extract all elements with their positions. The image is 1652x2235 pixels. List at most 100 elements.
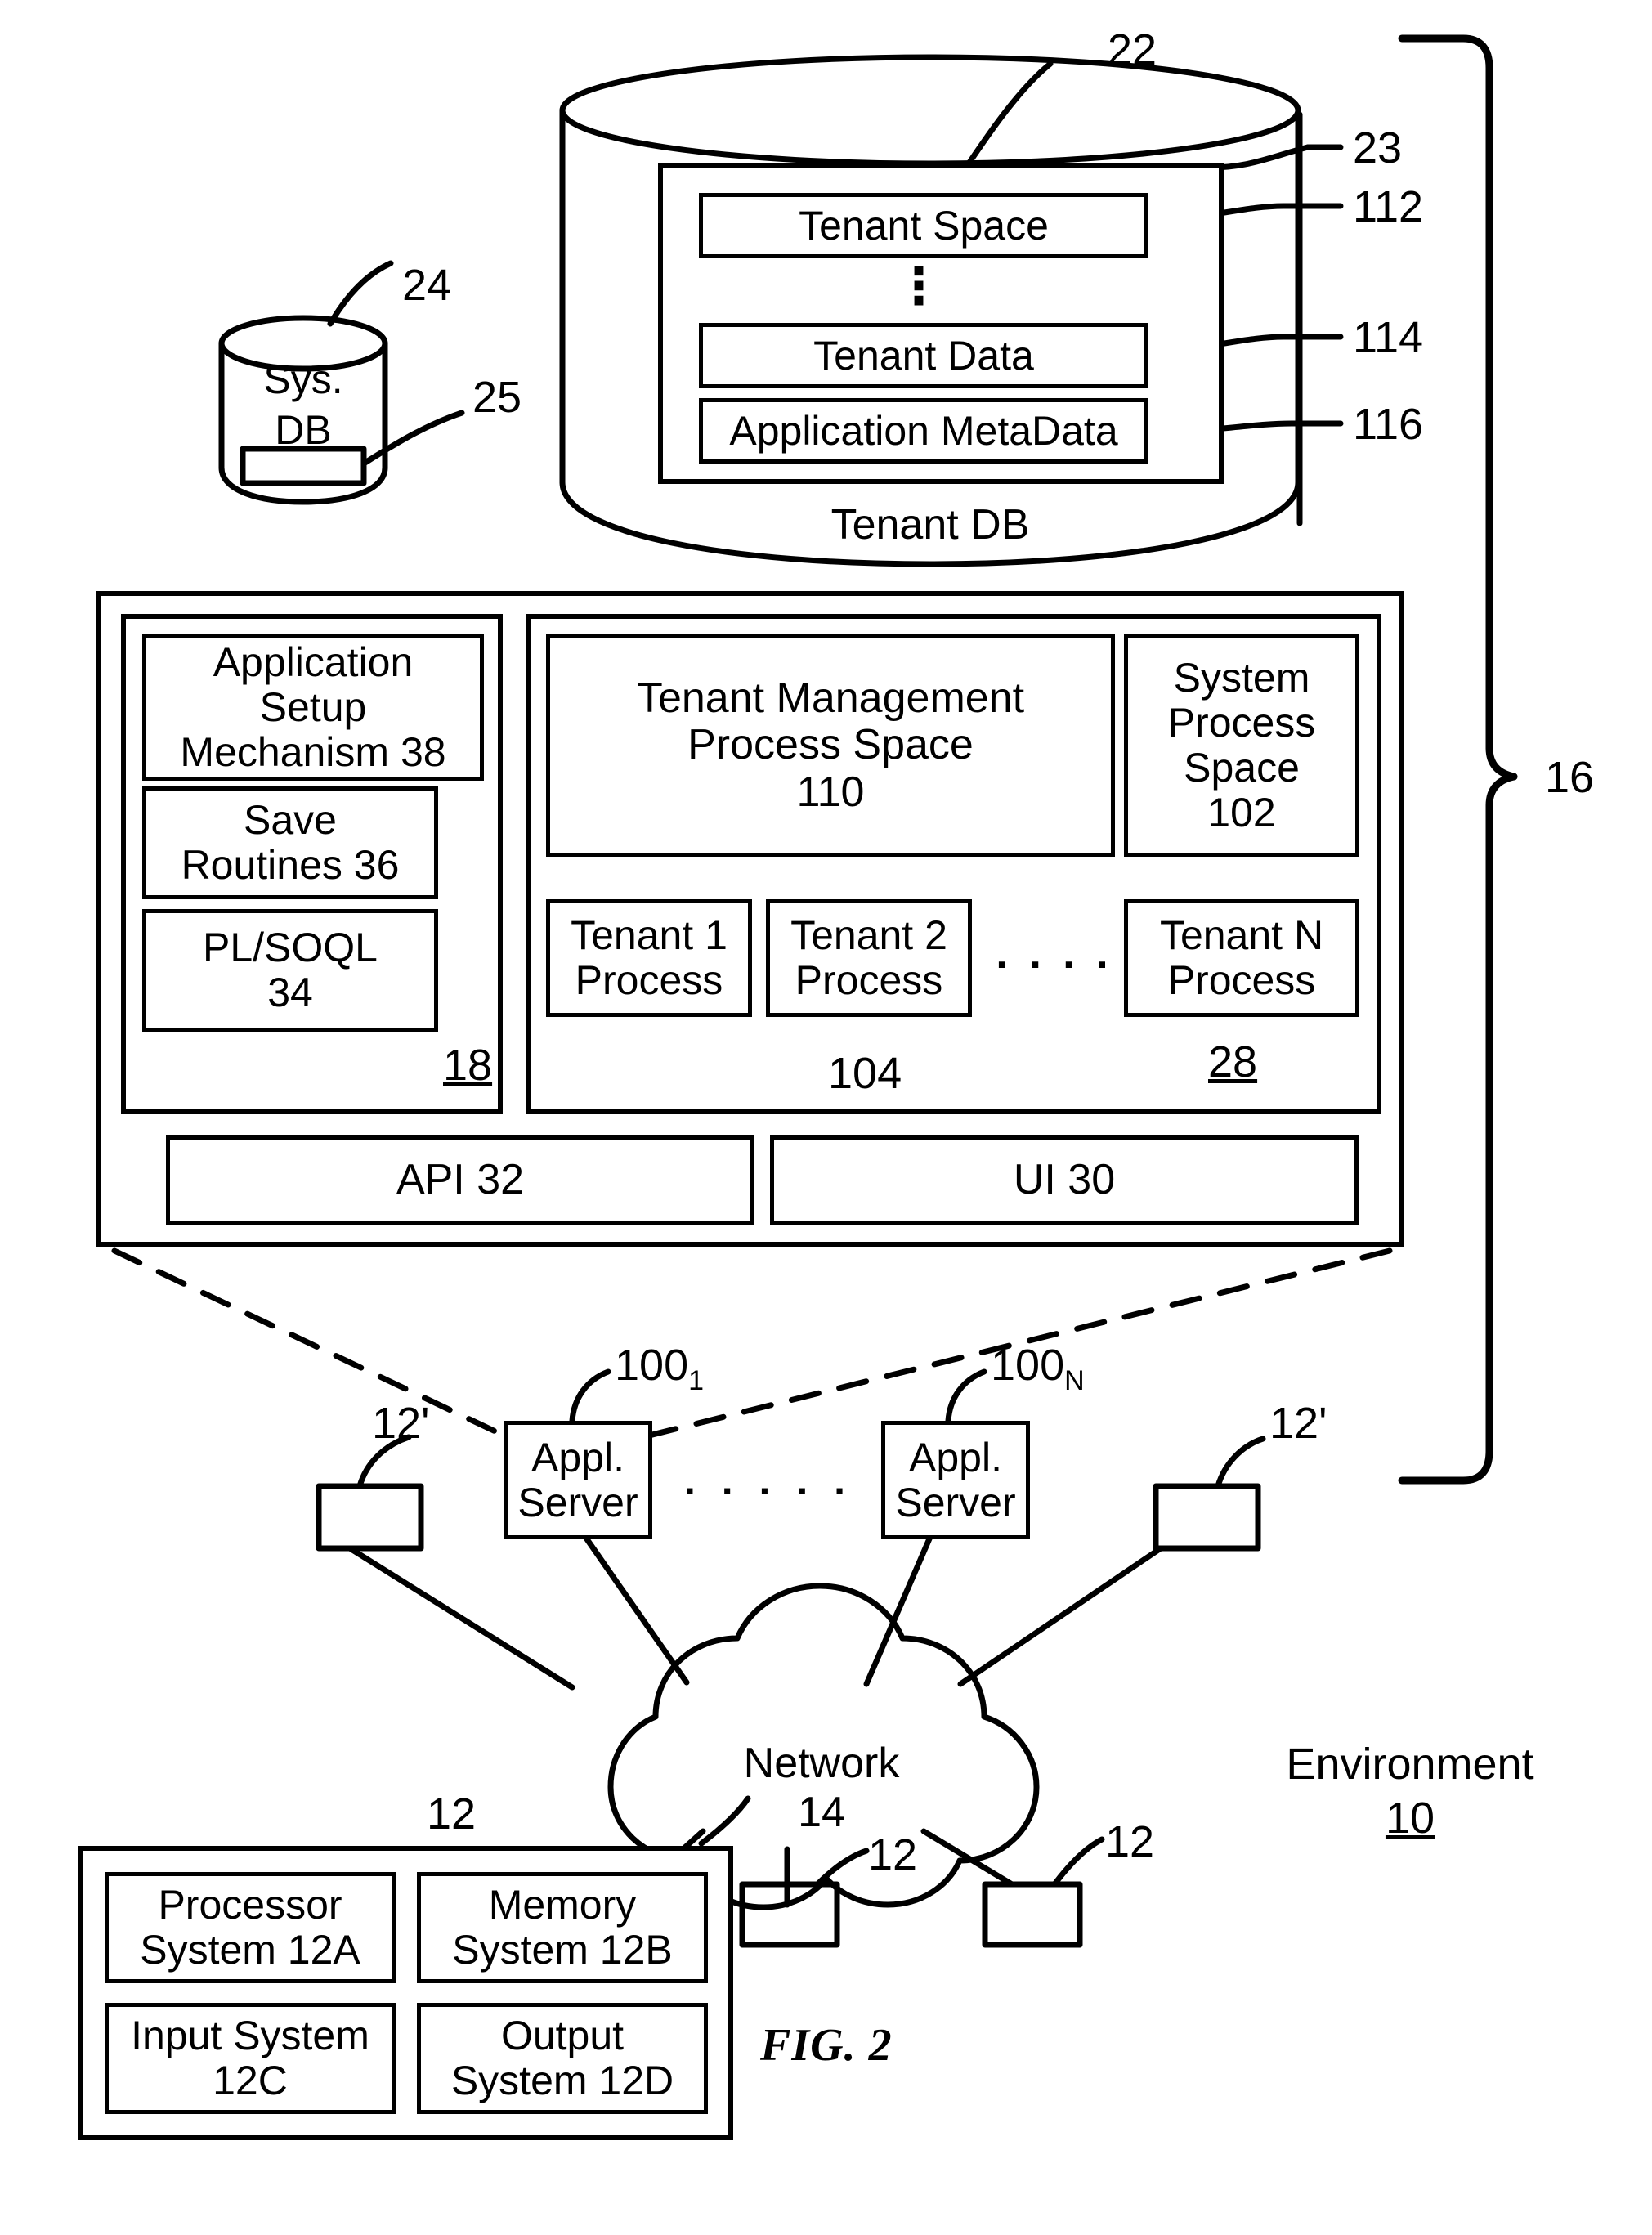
- ref-100-N-sub: N: [1064, 1364, 1085, 1396]
- expansion-dashed-lines: [111, 1247, 1393, 1442]
- memory-system-box: Memory System 12B: [417, 1872, 708, 1983]
- ref-23: 23: [1353, 123, 1403, 172]
- tn-line1: Tenant N: [1159, 912, 1324, 958]
- ref-116: 116: [1353, 400, 1424, 449]
- user-system-right-ref: 12': [1269, 1399, 1327, 1448]
- t2-line1: Tenant 2: [790, 912, 947, 958]
- asn-line1: Appl.: [909, 1434, 1002, 1480]
- link-appserverN-network: [863, 1515, 942, 1687]
- memory-system-label: Memory System 12B: [452, 1883, 673, 1973]
- app-server-ellipsis: . . . . .: [683, 1458, 853, 1503]
- ref-25: 25: [472, 373, 522, 422]
- sps-line3: Space: [1184, 745, 1300, 791]
- figure-caption: FIG. 2: [760, 2020, 893, 2071]
- save-routines-label: Save Routines 36: [181, 797, 400, 888]
- ms-line1: Memory: [488, 1882, 637, 1928]
- t1-line2: Process: [575, 957, 723, 1003]
- tenant-data-box: Tenant Data: [699, 323, 1148, 388]
- terminal-left: [316, 1434, 424, 1552]
- network-label-line2: 14: [798, 1789, 845, 1836]
- tenant-space-box: Tenant Space: [699, 193, 1148, 258]
- t1-line1: Tenant 1: [571, 912, 728, 958]
- app-server-n-box: Appl. Server: [881, 1421, 1030, 1539]
- application-setup-mechanism-label: Application Setup Mechanism 38: [180, 638, 446, 775]
- tenant-2-process-box: Tenant 2 Process: [766, 899, 972, 1017]
- ref-16: 16: [1545, 753, 1595, 802]
- tenant-db-vertical-ellipsis: ⋮: [893, 258, 946, 315]
- as1-line2: Server: [517, 1479, 638, 1525]
- ref-100-1: 1001: [615, 1340, 704, 1397]
- tenant-1-process-label: Tenant 1 Process: [571, 913, 728, 1003]
- ref-100-N-num: 100: [991, 1341, 1065, 1390]
- pl-soql-label: PL/SOQL 34: [203, 925, 378, 1015]
- tenant-process-ellipsis: . . . .: [996, 930, 1113, 978]
- system-bracket-16: [1398, 34, 1518, 1485]
- os-line2: System 12D: [450, 2058, 674, 2103]
- leader-25: [360, 410, 465, 467]
- ref-100-N: 100N: [991, 1340, 1085, 1397]
- ps-line1: Processor: [158, 1882, 342, 1928]
- link-appserver1-network: [569, 1515, 690, 1686]
- is-line2: 12C: [213, 2058, 288, 2103]
- tms-line2: Process Space: [687, 721, 974, 769]
- t2-line2: Process: [795, 957, 943, 1003]
- environment-label: Environment: [1286, 1740, 1534, 1789]
- ref-100-1-num: 100: [615, 1341, 689, 1390]
- user-system-left-ref: 12': [372, 1399, 430, 1448]
- user-system-lower-right-ref: 12: [1105, 1817, 1155, 1866]
- os-line1: Output: [500, 2013, 625, 2058]
- app-server-1-label: Appl. Server: [517, 1434, 638, 1525]
- tenant-data-label: Tenant Data: [813, 332, 1034, 378]
- tenant-management-process-space-label: Tenant Management Process Space 110: [637, 675, 1024, 816]
- sys-db-line1: Sys.: [263, 356, 343, 402]
- input-system-label: Input System 12C: [131, 2013, 369, 2103]
- tenant-db-title: Tenant DB: [830, 501, 1030, 549]
- save-routines-box: Save Routines 36: [142, 786, 438, 899]
- terminal-right: [1153, 1436, 1266, 1552]
- tenant-n-process-label: Tenant N Process: [1160, 913, 1323, 1003]
- ref-22: 22: [1108, 25, 1157, 74]
- terminal-bottom-right: [920, 1828, 1105, 1948]
- tenant-2-process-label: Tenant 2 Process: [790, 913, 947, 1003]
- ref-28: 28: [1208, 1037, 1258, 1086]
- sps-line1: System: [1173, 655, 1310, 701]
- tenant-1-process-box: Tenant 1 Process: [546, 899, 752, 1017]
- is-line1: Input System: [131, 2013, 369, 2058]
- tms-line1: Tenant Management: [636, 674, 1025, 723]
- ref-104: 104: [828, 1049, 902, 1098]
- user-system-center-ref: 12: [868, 1830, 918, 1879]
- leader-23: [1207, 144, 1311, 171]
- processor-system-box: Processor System 12A: [105, 1872, 396, 1983]
- ms-line2: System 12B: [452, 1927, 673, 1973]
- ref-112: 112: [1353, 182, 1424, 231]
- tms-line3: 110: [796, 768, 865, 816]
- processor-system-label: Processor System 12A: [140, 1883, 360, 1973]
- output-system-box: Output System 12D: [417, 2003, 708, 2114]
- link-terminal-left-to-network: [347, 1545, 575, 1691]
- ui-bar: UI 30: [770, 1135, 1359, 1225]
- api-bar-label: API 32: [396, 1156, 525, 1204]
- application-setup-mechanism-box: Application Setup Mechanism 38: [142, 634, 484, 781]
- input-system-box: Input System 12C: [105, 2003, 396, 2114]
- ref-100-1-sub: 1: [688, 1364, 705, 1396]
- application-metadata-box: Application MetaData: [699, 398, 1148, 464]
- output-system-label: Output System 12D: [451, 2013, 674, 2103]
- pl-soql-box: PL/SOQL 34: [142, 909, 438, 1032]
- app-server-1-box: Appl. Server: [504, 1421, 652, 1539]
- tenant-space-label: Tenant Space: [799, 202, 1049, 249]
- app-server-n-label: Appl. Server: [895, 1434, 1016, 1525]
- ref-12-user-system: 12: [427, 1789, 477, 1839]
- ref-18: 18: [443, 1041, 493, 1090]
- environment-ref: 10: [1385, 1794, 1435, 1843]
- system-process-space-label: System Process Space 102: [1168, 656, 1316, 835]
- asn-line2: Server: [895, 1479, 1016, 1525]
- ref-24: 24: [402, 261, 452, 310]
- ref-114: 114: [1353, 313, 1424, 362]
- api-bar: API 32: [166, 1135, 754, 1225]
- patent-figure-canvas: Tenant Space ⋮ Tenant Data Application M…: [0, 0, 1652, 2235]
- application-metadata-label: Application MetaData: [729, 407, 1118, 454]
- tenant-management-process-space-box: Tenant Management Process Space 110: [546, 634, 1115, 857]
- as1-line1: Appl.: [531, 1434, 625, 1480]
- sps-line4: 102: [1207, 790, 1276, 835]
- tn-line2: Process: [1167, 957, 1316, 1003]
